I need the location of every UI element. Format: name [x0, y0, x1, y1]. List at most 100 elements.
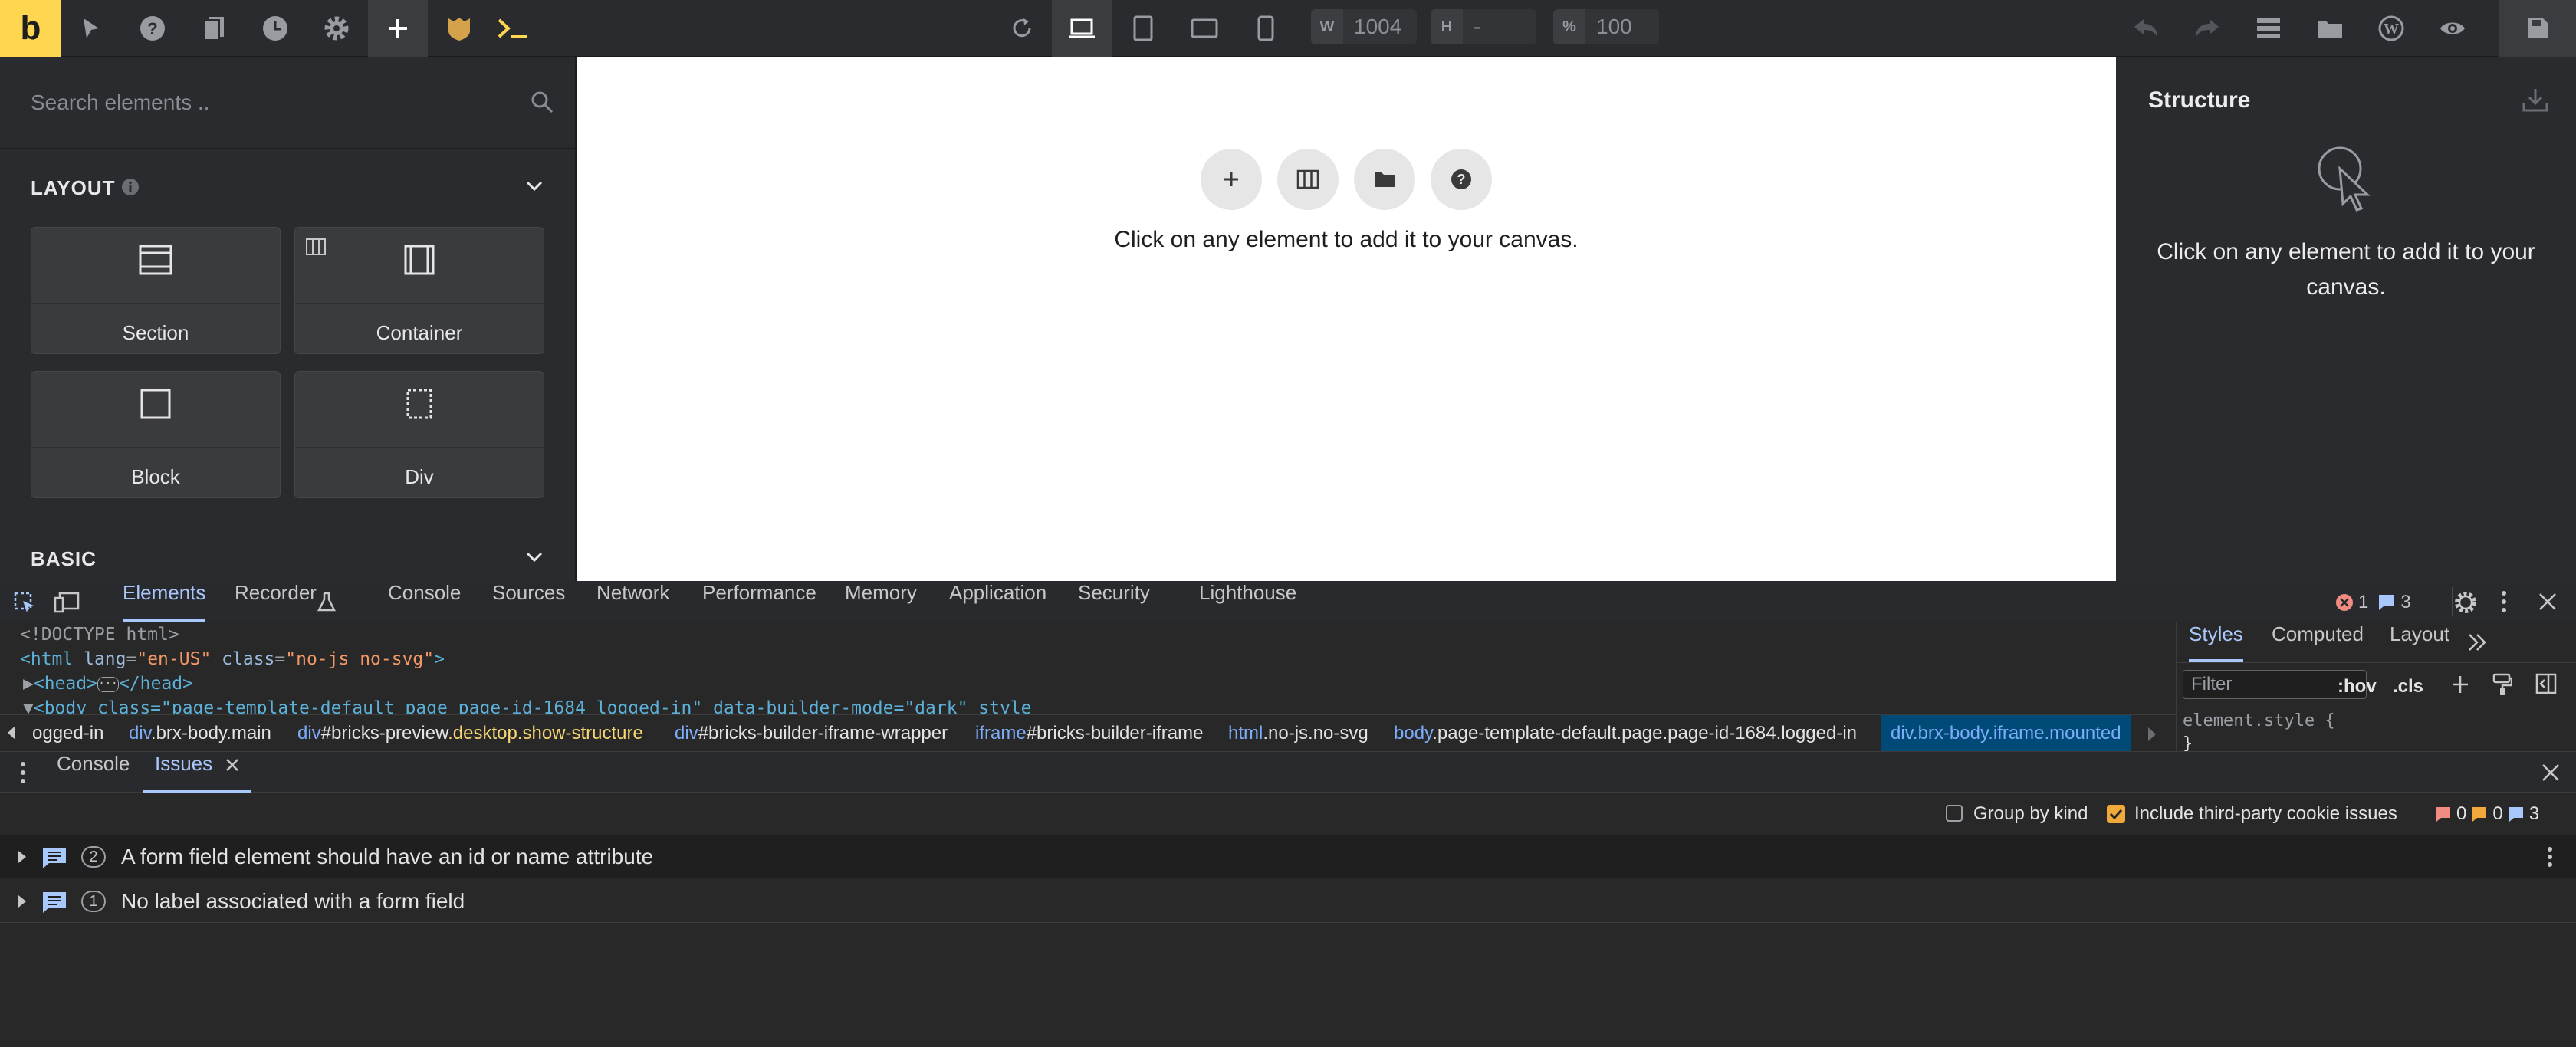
history-icon[interactable] [245, 0, 305, 57]
canvas-add-button[interactable] [1201, 149, 1262, 210]
more-tabs-icon[interactable] [2468, 633, 2488, 652]
card-divider [295, 303, 544, 304]
devtools-tab-sources[interactable]: Sources [492, 581, 565, 622]
tablet-landscape-icon[interactable] [1175, 0, 1234, 57]
width-field[interactable]: W 1004 [1311, 9, 1417, 44]
download-icon[interactable] [2522, 87, 2548, 112]
new-style-rule-icon[interactable] [2451, 673, 2472, 696]
devtools-tab-security[interactable]: Security [1078, 581, 1150, 622]
folder-icon[interactable] [2300, 0, 2360, 57]
canvas-help-button[interactable]: ? [1431, 149, 1492, 210]
error-counter[interactable]: 1 3 [2335, 592, 2411, 613]
play-icon[interactable] [61, 0, 121, 57]
styles-tab-styles[interactable]: Styles [2189, 622, 2243, 662]
devtools-tab-performance[interactable]: Performance [702, 581, 816, 622]
devtools-tab-recorder[interactable]: Recorder [235, 581, 317, 622]
breadcrumb-item[interactable]: ogged-in [32, 715, 104, 751]
devtools-tab-console[interactable]: Console [388, 581, 461, 622]
expand-triangle-icon[interactable] [17, 894, 28, 909]
basic-collapse-chevron-icon[interactable] [526, 552, 543, 563]
breadcrumb-item[interactable]: div.brx-body.main [129, 715, 271, 751]
breadcrumb-item[interactable]: html.no-js.no-svg [1228, 715, 1368, 751]
structure-icon[interactable] [2239, 0, 2298, 57]
devtools-tab-application[interactable]: Application [949, 581, 1046, 622]
devtools-tab-network[interactable]: Network [596, 581, 669, 622]
element-card-container[interactable]: Container [294, 227, 544, 354]
drawer-tab-console[interactable]: Console [57, 752, 130, 793]
paint-roller-icon[interactable] [2492, 673, 2512, 696]
breadcrumb-item-selected[interactable]: div.brx-body.iframe.mounted [1881, 715, 2131, 751]
hover-state-toggle[interactable]: :hov [2338, 676, 2377, 697]
devtools-settings-icon[interactable] [2453, 590, 2478, 615]
scroll-right-icon[interactable] [2147, 726, 2157, 743]
breadcrumb-item[interactable]: div#bricks-builder-iframe-wrapper [675, 715, 948, 751]
dom-html-line[interactable]: <html lang="en-US" class="no-js no-svg"> [20, 647, 445, 671]
preview-icon[interactable] [2423, 0, 2482, 57]
close-devtools-icon[interactable] [2538, 592, 2558, 612]
devtools-tab-elements[interactable]: Elements [123, 581, 206, 622]
ellipsis-icon[interactable]: ··· [97, 676, 119, 692]
element-card-block[interactable]: Block [31, 371, 281, 498]
issue-row[interactable]: 2 A form field element should have an id… [0, 835, 2576, 878]
pages-icon[interactable] [184, 0, 244, 57]
help-icon[interactable]: ? [123, 0, 182, 57]
styles-tab-layout[interactable]: Layout [2390, 622, 2450, 662]
basic-section-title[interactable]: BASIC [31, 547, 97, 571]
close-drawer-icon[interactable] [2541, 763, 2561, 783]
element-card-section[interactable]: Section [31, 227, 281, 354]
canvas-templates-button[interactable] [1354, 149, 1415, 210]
info-icon[interactable] [121, 178, 140, 196]
zoom-value[interactable]: 100 [1585, 15, 1632, 39]
group-by-kind-checkbox[interactable] [1946, 805, 1963, 822]
toggle-sidebar-icon[interactable] [2535, 673, 2557, 694]
devtools-tab-lighthouse[interactable]: Lighthouse [1199, 581, 1296, 622]
settings-icon[interactable] [307, 0, 366, 57]
zoom-field[interactable]: % 100 [1553, 9, 1659, 44]
mobile-icon[interactable] [1236, 0, 1296, 57]
breadcrumb-item[interactable]: div#bricks-preview.desktop.show-structur… [297, 715, 643, 751]
terminal-icon[interactable] [483, 0, 543, 57]
issue-counters[interactable]: 0 0 3 [2435, 803, 2539, 825]
expand-triangle-icon[interactable] [17, 849, 28, 865]
dom-doctype[interactable]: <!DOCTYPE html> [20, 622, 179, 647]
include-third-party-label: Include third-party cookie issues [2134, 803, 2397, 824]
redo-icon[interactable] [2177, 0, 2237, 57]
builder-canvas[interactable]: ? Click on any element to add it to your… [577, 57, 2116, 581]
element-card-div[interactable]: Div [294, 371, 544, 498]
element-style-rule[interactable]: element.style { [2183, 711, 2335, 730]
issue-more-icon[interactable] [2547, 846, 2553, 868]
class-toggle[interactable]: .cls [2393, 676, 2423, 697]
tablet-portrait-icon[interactable] [1113, 0, 1173, 57]
devtools-tab-memory[interactable]: Memory [845, 581, 917, 622]
save-icon[interactable] [2499, 0, 2576, 57]
height-field[interactable]: H - [1431, 9, 1536, 44]
styles-tab-computed[interactable]: Computed [2272, 622, 2364, 662]
bricks-logo[interactable]: b [0, 0, 61, 57]
layout-section-title[interactable]: LAYOUT [31, 176, 116, 200]
shield-icon[interactable] [429, 0, 489, 57]
dom-head-line[interactable]: ▶<head>···</head> [23, 671, 193, 696]
wordpress-icon[interactable]: W [2361, 0, 2421, 57]
search-elements-input[interactable] [31, 87, 506, 118]
desktop-icon[interactable] [1052, 0, 1112, 57]
inspect-element-icon[interactable] [14, 592, 35, 613]
more-options-icon[interactable] [2501, 590, 2507, 613]
expand-triangle-icon[interactable]: ▶ [23, 674, 34, 694]
device-toolbar-icon[interactable] [54, 592, 80, 613]
include-third-party-checkbox[interactable] [2107, 805, 2125, 823]
canvas-layout-button[interactable] [1277, 149, 1339, 210]
breadcrumb-item[interactable]: body.page-template-default.page.page-id-… [1394, 715, 1857, 751]
height-value[interactable]: - [1463, 15, 1480, 39]
add-element-icon[interactable] [368, 0, 428, 57]
drawer-menu-icon[interactable] [20, 761, 26, 784]
refresh-icon[interactable] [992, 0, 1052, 57]
drawer-tab-issues[interactable]: Issues [143, 752, 252, 793]
close-tab-icon[interactable] [225, 758, 239, 772]
layout-collapse-chevron-icon[interactable] [526, 181, 543, 192]
width-value[interactable]: 1004 [1343, 15, 1401, 39]
undo-icon[interactable] [2116, 0, 2176, 57]
scroll-left-icon[interactable] [6, 724, 17, 741]
breadcrumb-item[interactable]: iframe#bricks-builder-iframe [975, 715, 1203, 751]
search-icon[interactable] [531, 90, 554, 113]
issue-row[interactable]: 1 No label associated with a form field [0, 880, 2576, 923]
